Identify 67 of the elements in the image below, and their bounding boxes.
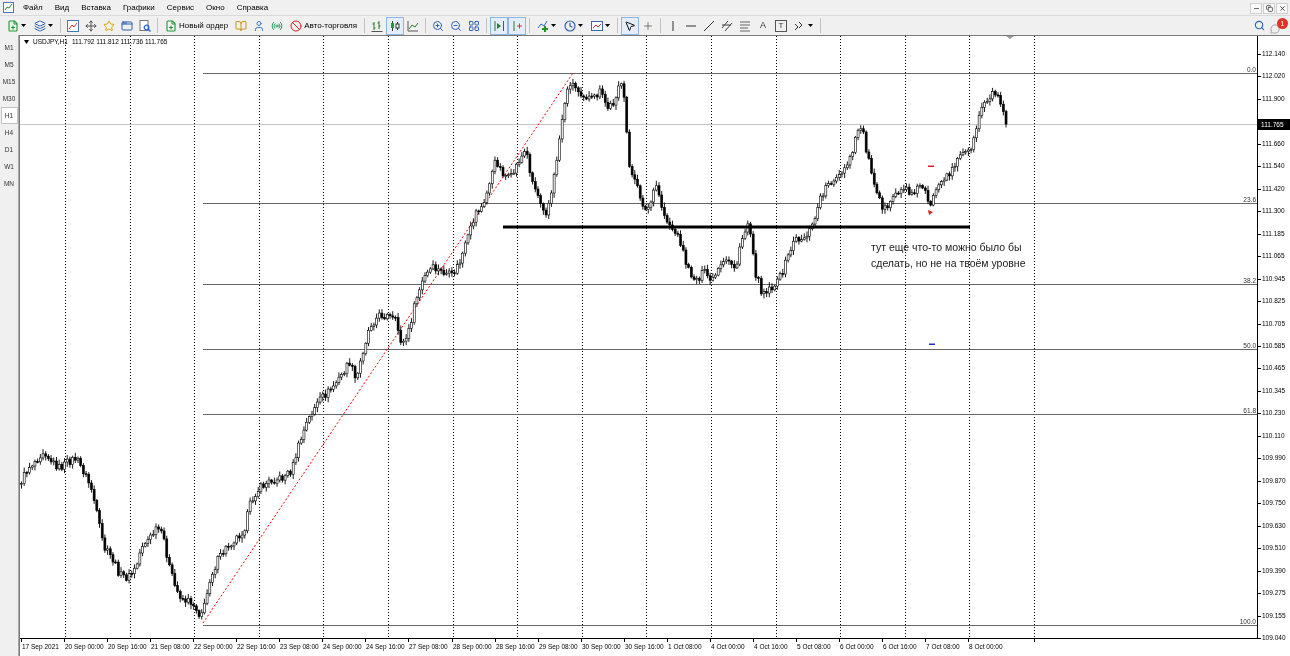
caret-icon	[808, 24, 814, 27]
zoom-in-icon	[432, 19, 445, 32]
menu-item[interactable]: Вид	[48, 0, 76, 15]
caret-icon	[578, 24, 584, 27]
shift-marker-icon[interactable]	[1006, 36, 1014, 39]
restore-button[interactable]	[1263, 3, 1275, 14]
crosshair-icon	[642, 19, 655, 32]
search-button[interactable]	[1252, 18, 1266, 33]
caret-icon	[605, 24, 611, 27]
zoom-out-icon	[450, 19, 463, 32]
text-tool-button[interactable]: A	[754, 16, 773, 35]
clock-icon	[564, 19, 577, 32]
ohlc-bars-icon	[371, 19, 384, 32]
layers-icon	[34, 19, 46, 32]
minimize-button[interactable]	[1250, 3, 1262, 14]
prohibition-icon	[290, 19, 303, 32]
search-icon	[1253, 20, 1265, 31]
cursor-icon	[624, 19, 637, 32]
dash-marker-icon	[928, 165, 934, 167]
caret-icon	[21, 24, 26, 27]
user-icon	[253, 19, 266, 32]
new-order-button[interactable]: Новый ордер	[161, 16, 233, 35]
fibonacci-trend-line[interactable]	[202, 72, 574, 624]
fibonacci-lines-icon	[739, 19, 752, 32]
menu-item[interactable]: Вставка	[75, 0, 117, 15]
candlestick-chart-button[interactable]	[386, 16, 405, 35]
diagonal-line-icon	[703, 19, 716, 32]
chart-shift-button[interactable]	[490, 16, 509, 35]
chart-annotation: тут еще что-то можно было бы сделать, но не на твоём уровне	[871, 240, 1027, 271]
fibonacci-level-line[interactable]	[202, 203, 1257, 204]
menu-item[interactable]: Сервис	[160, 0, 201, 15]
magnifier-document-icon	[139, 19, 151, 32]
support-line[interactable]	[503, 225, 970, 229]
dash-marker-icon	[929, 343, 935, 345]
text-label-button[interactable]: T	[775, 19, 788, 32]
restore-icon	[1265, 5, 1273, 12]
arrow-marker-icon	[928, 210, 933, 215]
document-plus-icon	[7, 19, 19, 32]
dropdown-triangle-icon[interactable]	[24, 40, 29, 44]
line-chart-icon	[407, 19, 420, 32]
grid-icon	[468, 19, 481, 32]
move-icon	[85, 19, 97, 32]
chart-window-icon	[67, 19, 79, 32]
close-button[interactable]	[1276, 3, 1288, 14]
close-icon	[1278, 5, 1286, 12]
window-icon	[121, 19, 133, 32]
minimize-icon	[1252, 5, 1260, 12]
radio-waves-icon	[271, 19, 284, 32]
template-icon	[591, 19, 604, 32]
menu-item[interactable]: Справка	[230, 0, 275, 15]
auto-trading-button[interactable]: Авто-торговля	[286, 16, 362, 35]
candlestick-icon	[389, 19, 402, 32]
chart-shift-icon	[493, 19, 506, 32]
channel-icon	[721, 19, 734, 32]
caret-icon	[48, 24, 53, 27]
app-icon[interactable]	[3, 2, 14, 13]
indicator-plus-icon	[537, 19, 550, 32]
book-icon	[235, 19, 248, 32]
menu-item[interactable]: Файл	[17, 0, 49, 15]
menu-item[interactable]: Окно	[200, 0, 231, 15]
chat-icon	[1270, 23, 1280, 34]
menu-item[interactable]: Графики	[116, 0, 161, 15]
autoscroll-icon	[511, 19, 524, 32]
star-icon	[103, 19, 115, 32]
document-plus-icon	[165, 19, 177, 32]
caret-icon	[551, 24, 557, 27]
cursor-button[interactable]	[621, 16, 640, 35]
